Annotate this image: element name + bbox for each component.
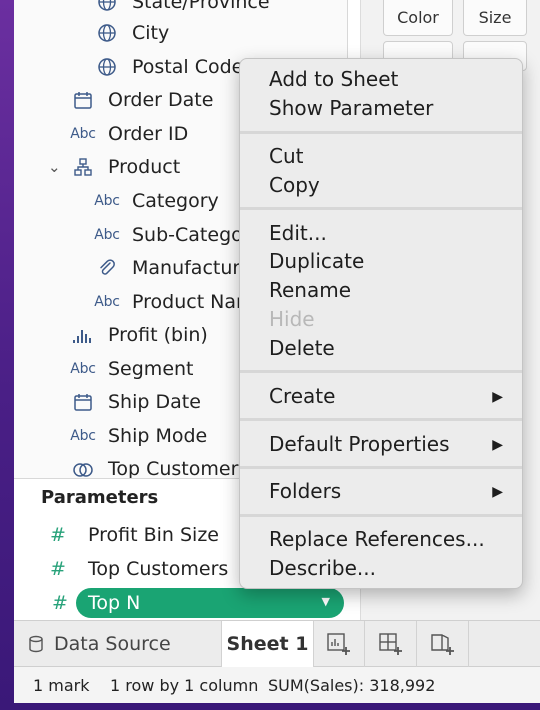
new-story-button[interactable] [417,621,469,667]
menu-item-copy[interactable]: Copy [269,173,320,197]
field-label: Order Date [108,89,214,111]
context-menu: Add to Sheet Show Parameter Cut Copy Edi… [239,58,523,589]
size-button[interactable]: Size [463,0,527,36]
parameters-title: Parameters [41,487,159,508]
globe-icon [94,0,120,13]
field-label: City [132,22,170,44]
menu-item-delete[interactable]: Delete [269,336,335,360]
field-ship-date[interactable]: Ship Date [70,387,201,417]
calendar-icon [70,391,96,413]
parameter-item[interactable]: # Top Customers [50,558,228,580]
menu-separator [240,207,522,210]
abc-icon: Abc [70,428,96,444]
size-label: Size [478,8,512,27]
parameter-label: Top N [88,592,141,614]
menu-item-folders[interactable]: Folders [269,479,341,503]
menu-separator [240,418,522,421]
field-label: Profit (bin) [108,324,208,346]
number-icon: # [50,524,66,546]
field-label: Ship Mode [108,425,208,447]
bin-histogram-icon [70,324,96,346]
abc-icon: Abc [94,294,120,310]
field-city[interactable]: City [94,18,169,48]
submenu-arrow-icon: ▶ [492,484,503,500]
new-worksheet-button[interactable] [314,621,365,667]
menu-separator [240,466,522,469]
database-icon [28,635,44,653]
abc-icon: Abc [70,126,96,142]
status-bar: 1 mark 1 row by 1 column SUM(Sales): 318… [14,667,540,703]
field-label: Top Customers [108,458,249,478]
hierarchy-icon [70,156,96,178]
status-marks: 1 mark [33,676,90,695]
parameter-label: Top Customers [88,558,229,580]
field-ship-mode[interactable]: Abc Ship Mode [70,421,207,451]
submenu-arrow-icon: ▶ [492,437,503,453]
menu-separator [240,131,522,134]
field-label: Postal Code [132,56,244,78]
menu-item-rename[interactable]: Rename [269,278,351,302]
set-icon [70,458,96,478]
caret-down-icon[interactable]: ▼ [322,595,330,608]
number-icon: # [50,558,66,580]
sheet-tab-bar: Data Source Sheet 1 [14,620,540,667]
new-dashboard-icon [378,632,404,656]
number-icon: # [52,592,68,614]
abc-icon: Abc [94,193,120,209]
submenu-arrow-icon: ▶ [492,389,503,405]
menu-item-duplicate[interactable]: Duplicate [269,249,364,273]
field-sub-category[interactable]: Abc Sub-Category [94,220,262,250]
globe-icon [94,22,120,44]
abc-icon: Abc [94,227,120,243]
field-product[interactable]: Product [70,152,180,182]
field-state-province[interactable]: State/Province [94,0,270,17]
globe-icon [94,56,120,78]
field-manufacturer[interactable]: Manufacturer [94,253,259,283]
menu-separator [240,514,522,517]
color-label: Color [397,8,439,27]
status-sum: SUM(Sales): 318,992 [268,676,436,695]
menu-item-replace-references[interactable]: Replace References... [269,527,485,551]
parameter-top-n-selected[interactable]: Top N ▼ [76,588,344,618]
field-order-date[interactable]: Order Date [70,85,213,115]
field-label: State/Province [132,0,270,13]
tab-label: Data Source [54,633,171,655]
field-label: Ship Date [108,391,201,413]
status-dimensions: 1 row by 1 column [110,676,259,695]
parameter-label: Profit Bin Size [88,524,219,546]
menu-separator [240,370,522,373]
chevron-down-icon[interactable]: ⌄ [48,158,61,176]
field-order-id[interactable]: Abc Order ID [70,119,188,149]
menu-item-show-parameter[interactable]: Show Parameter [269,96,433,120]
tab-data-source[interactable]: Data Source [14,621,222,667]
tab-sheet-1[interactable]: Sheet 1 [222,621,314,667]
field-top-customers[interactable]: Top Customers [70,454,248,478]
abc-icon: Abc [70,361,96,377]
menu-item-cut[interactable]: Cut [269,144,303,168]
field-label: Segment [108,358,194,380]
field-category[interactable]: Abc Category [94,186,219,216]
tab-label: Sheet 1 [226,633,309,655]
paperclip-icon [94,257,120,279]
field-profit-bin[interactable]: Profit (bin) [70,320,208,350]
field-postal-code[interactable]: Postal Code [94,52,243,82]
calendar-icon [70,89,96,111]
menu-item-edit[interactable]: Edit... [269,221,327,245]
field-label: Order ID [108,123,189,145]
menu-item-hide: Hide [269,307,315,331]
menu-item-add-to-sheet[interactable]: Add to Sheet [269,67,398,91]
new-worksheet-icon [326,632,352,656]
menu-item-describe[interactable]: Describe... [269,556,376,580]
color-button[interactable]: Color [383,0,453,36]
field-label: Category [132,190,219,212]
menu-item-default-properties[interactable]: Default Properties [269,432,450,456]
field-segment[interactable]: Abc Segment [70,354,194,384]
menu-item-create[interactable]: Create [269,384,335,408]
parameter-item[interactable]: # Profit Bin Size [50,524,219,546]
new-story-icon [430,632,456,656]
field-label: Product [108,156,181,178]
new-dashboard-button[interactable] [365,621,417,667]
